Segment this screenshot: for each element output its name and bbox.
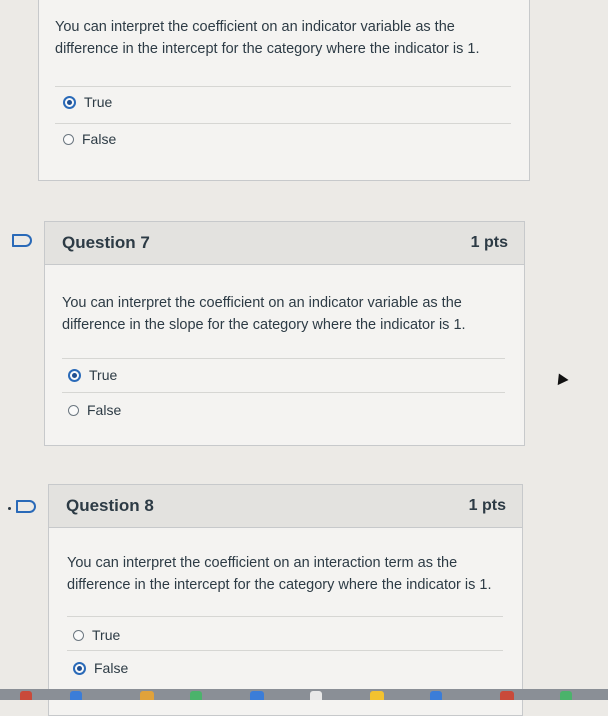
radio-selected-icon[interactable] xyxy=(63,95,76,109)
answer-label: True xyxy=(84,94,113,110)
question-header: Question 7 1 pts xyxy=(45,222,524,265)
answer-option-true[interactable]: True xyxy=(68,367,117,383)
answer-option-true[interactable]: True xyxy=(73,627,120,643)
divider xyxy=(67,650,503,651)
question-card-previous: You can interpret the coefficient on an … xyxy=(38,0,530,181)
bookmark-flag-icon[interactable] xyxy=(12,234,32,247)
dock-app-icon[interactable] xyxy=(70,691,82,700)
dock-app-icon[interactable] xyxy=(430,691,442,700)
dock-app-icon[interactable] xyxy=(370,691,384,700)
question-card-7: Question 7 1 pts You can interpret the c… xyxy=(44,221,525,446)
answer-label: True xyxy=(89,367,118,383)
answer-option-false[interactable]: False xyxy=(73,660,128,676)
dock-app-icon[interactable] xyxy=(250,691,264,700)
radio-unselected-icon[interactable] xyxy=(73,629,84,641)
divider xyxy=(55,123,511,124)
answer-label: False xyxy=(87,402,122,418)
answer-label: False xyxy=(94,660,129,676)
divider xyxy=(55,86,511,87)
dock-bar xyxy=(0,689,608,700)
bookmark-flag-icon[interactable] xyxy=(16,500,36,513)
question-card-8: Question 8 1 pts You can interpret the c… xyxy=(48,484,523,716)
radio-selected-icon[interactable] xyxy=(68,368,81,382)
radio-unselected-icon[interactable] xyxy=(63,133,74,145)
answer-label: True xyxy=(92,627,121,643)
dot-icon xyxy=(8,507,11,510)
mouse-pointer-icon xyxy=(553,370,569,386)
question-points: 1 pts xyxy=(470,234,508,251)
divider xyxy=(67,616,503,617)
answer-option-true[interactable]: True xyxy=(63,94,112,110)
question-header: Question 8 1 pts xyxy=(49,485,522,528)
dock-app-icon[interactable] xyxy=(560,691,572,700)
divider xyxy=(62,392,505,393)
dock-app-icon[interactable] xyxy=(140,691,154,700)
dock-app-icon[interactable] xyxy=(500,691,514,700)
question-title: Question 8 xyxy=(66,496,154,515)
radio-selected-icon[interactable] xyxy=(73,661,86,675)
question-points: 1 pts xyxy=(468,497,506,514)
question-text: You can interpret the coefficient on an … xyxy=(62,295,466,333)
dock-app-icon[interactable] xyxy=(20,691,32,700)
dock-app-icon[interactable] xyxy=(310,691,322,700)
question-title: Question 7 xyxy=(62,233,150,252)
radio-unselected-icon[interactable] xyxy=(68,404,79,416)
question-text: You can interpret the coefficient on an … xyxy=(67,555,492,593)
divider xyxy=(62,358,505,359)
answer-option-false[interactable]: False xyxy=(68,402,121,418)
dock-app-icon[interactable] xyxy=(190,691,202,700)
question-text: You can interpret the coefficient on an … xyxy=(55,19,480,57)
answer-option-false[interactable]: False xyxy=(63,131,116,147)
answer-label: False xyxy=(82,131,117,147)
